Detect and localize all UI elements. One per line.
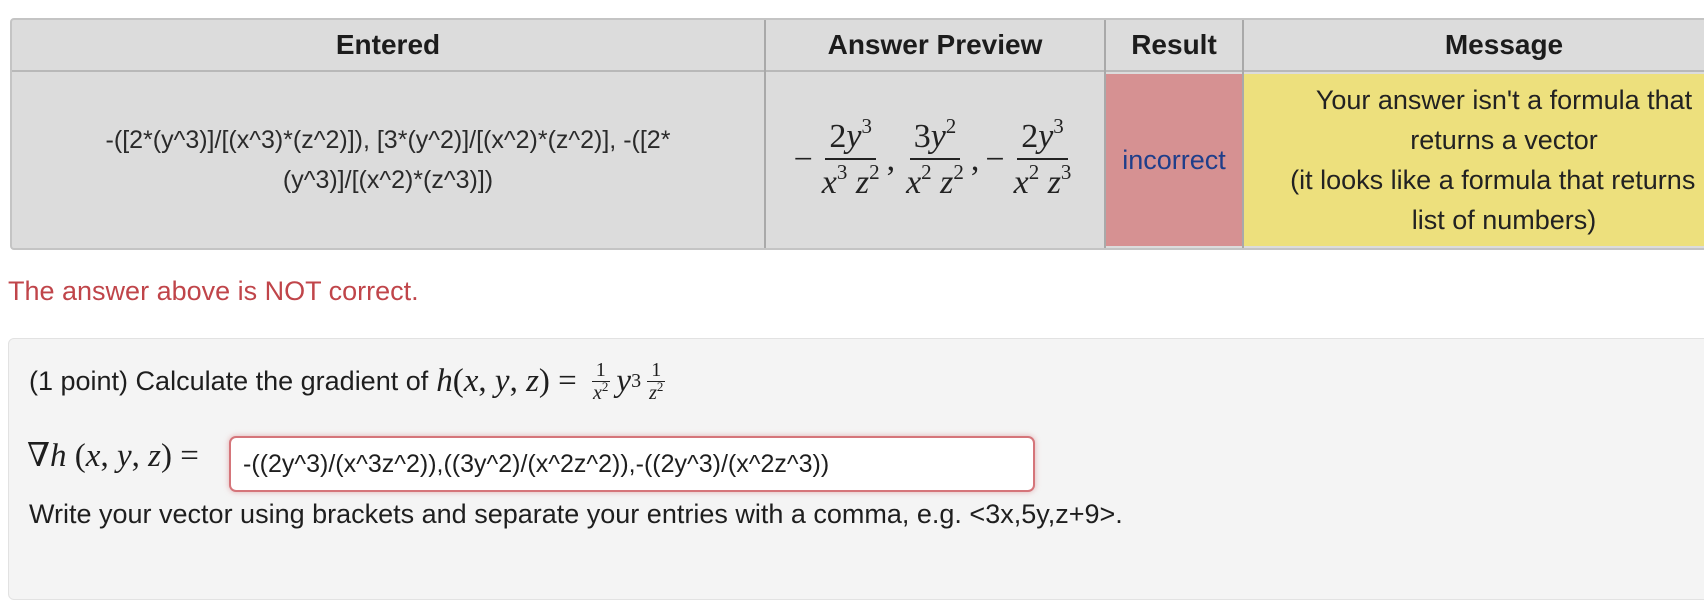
result-cell: incorrect [1106,74,1242,246]
message-line: Your answer isn't a formula that [1315,85,1693,115]
result-status: incorrect [1122,144,1226,175]
feedback-message: The answer above is NOT correct. [8,276,419,306]
results-table: Entered Answer Preview Result Message -(… [10,18,1704,250]
problem-prompt: (1 point) Calculate the gradient of [29,366,429,396]
preview-term-1: 2y3 x3 z2 [821,114,880,202]
header-message: Message [1244,20,1704,72]
entered-line-2: (y^3)]/[(x^2)*(z^3)]) [282,166,494,194]
message-line: list of numbers) [1411,205,1597,235]
header-result: Result [1106,20,1242,72]
message-line: (it looks like a formula that returns a [1290,165,1704,195]
message-cell: Your answer isn't a formula that returns… [1244,74,1704,246]
answer-preview-cell: − 2y3 x3 z2 , 3y2 x2 z2 , − 2y3 x2 z3 [766,74,1104,246]
problem-box: (1 point) Calculate the gradient of h(x,… [8,338,1704,600]
entered-cell: -([2*(y^3)]/[(x^3)*(z^2)]), [3*(y^2)]/[(… [12,74,764,246]
header-answer-preview: Answer Preview [766,20,1104,72]
preview-term-2: 3y2 x2 z2 [906,114,964,202]
header-entered: Entered [12,20,764,72]
gradient-label: ∇h (x, y, z) = [27,438,199,474]
problem-function-math: h(x, y, z) = 1 x2 y3 1 z2 [436,359,666,404]
answer-preview-math: − 2y3 x3 z2 , 3y2 x2 z2 , − 2y3 x2 z3 [792,114,1079,202]
message-text: Your answer isn't a formula that returns… [1290,80,1704,240]
answer-hint: Write your vector using brackets and sep… [29,499,1123,529]
message-line: returns a vector [1410,125,1598,155]
problem-statement: (1 point) Calculate the gradient of h(x,… [29,359,671,404]
entered-answer-text: -([2*(y^3)]/[(x^3)*(z^2)]), [3*(y^2)]/[(… [66,120,711,200]
preview-term-3: 2y3 x2 z3 [1013,114,1072,202]
entered-line-1: -([2*(y^3)]/[(x^3)*(z^2)]), [3*(y^2)]/[(… [105,126,671,154]
answer-input[interactable] [229,436,1035,492]
